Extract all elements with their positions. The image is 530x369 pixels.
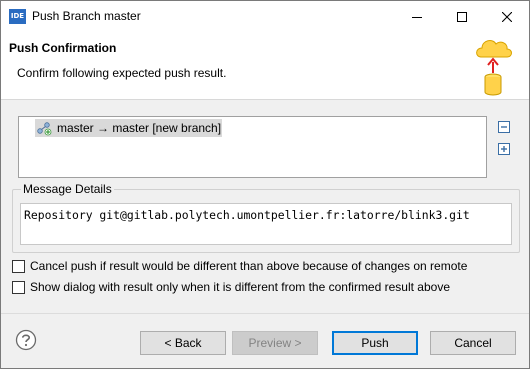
- maximize-button[interactable]: [439, 1, 484, 32]
- wizard-header: Push Confirmation Confirm following expe…: [1, 32, 529, 100]
- message-details-legend: Message Details: [21, 182, 114, 196]
- minimize-icon: [411, 16, 422, 18]
- git-push-ref-icon: [35, 119, 53, 137]
- back-button[interactable]: < Back: [140, 331, 226, 355]
- push-button[interactable]: Push: [332, 331, 418, 355]
- window-title: Push Branch master: [32, 9, 141, 23]
- show-if-different-option[interactable]: Show dialog with result only when it is …: [12, 280, 450, 294]
- tree-item-label: master → master [new branch]: [57, 121, 222, 135]
- ide-app-icon: IDE: [9, 9, 26, 24]
- close-window-button[interactable]: [484, 1, 529, 32]
- message-details-text: Repository git@gitlab.polytech.umontpell…: [24, 208, 470, 222]
- cancel-if-different-label: Cancel push if result would be different…: [30, 259, 468, 273]
- expand-all-button[interactable]: [496, 141, 512, 157]
- preview-button[interactable]: Preview >: [232, 331, 318, 355]
- cancel-button[interactable]: Cancel: [430, 331, 516, 355]
- title-bar[interactable]: IDE Push Branch master: [1, 1, 529, 32]
- show-if-different-label: Show dialog with result only when it is …: [30, 280, 450, 294]
- footer-divider: [1, 313, 529, 314]
- help-button[interactable]: [15, 329, 37, 351]
- collapse-all-button[interactable]: [496, 119, 512, 135]
- help-icon: [15, 329, 37, 351]
- page-title: Push Confirmation: [9, 41, 117, 55]
- expand-all-icon: [498, 143, 510, 155]
- collapse-all-icon: [498, 121, 510, 133]
- maximize-icon: [456, 11, 467, 22]
- close-icon: [501, 11, 512, 22]
- page-description: Confirm following expected push result.: [17, 66, 227, 80]
- cancel-if-different-option[interactable]: Cancel push if result would be different…: [12, 259, 467, 273]
- tree-item-master[interactable]: master → master [new branch]: [35, 119, 222, 137]
- message-details-text-area[interactable]: Repository git@gitlab.polytech.umontpell…: [20, 203, 512, 245]
- message-details-group: Message Details Repository git@gitlab.po…: [12, 182, 520, 253]
- push-updates-tree[interactable]: master → master [new branch]: [18, 116, 487, 178]
- push-branch-dialog: IDE Push Branch master Push Confirmation…: [0, 0, 530, 369]
- push-to-cloud-icon: [476, 40, 512, 96]
- minimize-button[interactable]: [394, 1, 439, 32]
- show-if-different-checkbox[interactable]: [12, 280, 25, 294]
- cancel-if-different-checkbox[interactable]: [12, 259, 25, 273]
